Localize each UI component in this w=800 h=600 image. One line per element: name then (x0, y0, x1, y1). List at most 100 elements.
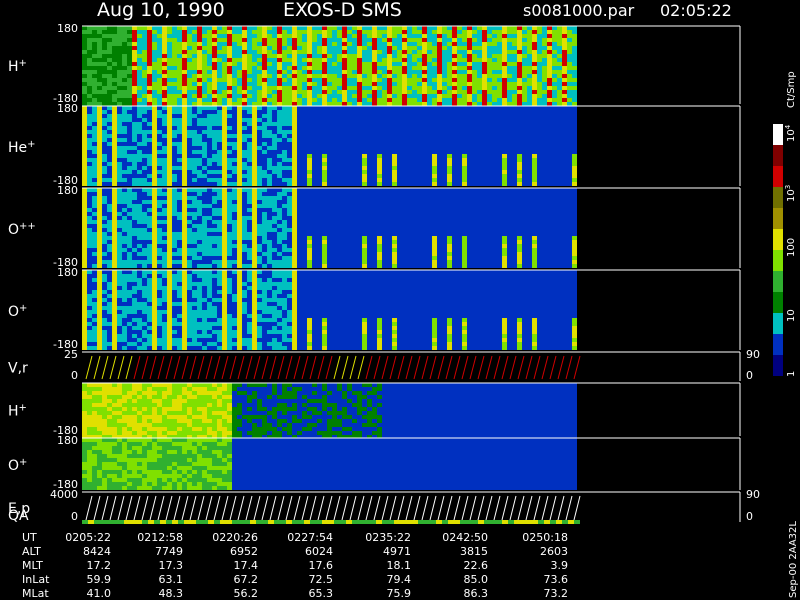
heatmap-cell (377, 98, 382, 102)
heatmap-cell (567, 74, 572, 78)
heatmap-cell (402, 38, 407, 42)
heatmap-cell (132, 130, 137, 134)
heatmap-cell (397, 34, 402, 38)
heatmap-cell (497, 62, 502, 66)
heatmap-cell (82, 182, 87, 186)
heatmap-cell (172, 82, 177, 86)
heatmap-cell (512, 30, 517, 34)
heatmap-cell (102, 220, 107, 224)
heatmap-cell (557, 118, 562, 122)
heatmap-cell (387, 102, 392, 106)
heatmap-cell (87, 248, 92, 252)
heatmap-cell (172, 196, 177, 200)
heatmap-cell (542, 166, 547, 170)
heatmap-cell (567, 50, 572, 54)
heatmap-cell (197, 58, 202, 62)
heatmap-cell (352, 94, 357, 98)
heatmap-cell (267, 150, 272, 154)
heatmap-cell (192, 212, 197, 216)
heatmap-cell (227, 208, 232, 212)
heatmap-cell (282, 158, 287, 162)
heatmap-cell (407, 170, 412, 174)
heatmap-cell (217, 42, 222, 46)
heatmap-cell (557, 102, 562, 106)
heatmap-cell (112, 158, 117, 162)
heatmap-cell (322, 248, 327, 252)
heatmap-cell (532, 150, 537, 154)
heatmap-cell (307, 142, 312, 146)
heatmap-cell (387, 74, 392, 78)
heatmap-cell (117, 78, 122, 82)
heatmap-cell (267, 38, 272, 42)
heatmap-cell (322, 30, 327, 34)
heatmap-cell (257, 220, 262, 224)
heatmap-cell (372, 34, 377, 38)
heatmap-cell (532, 114, 537, 118)
heatmap-cell (192, 244, 197, 248)
heatmap-cell (242, 146, 247, 150)
heatmap-cell (227, 118, 232, 122)
heatmap-cell (367, 162, 372, 166)
heatmap-cell (312, 252, 317, 256)
heatmap-cell (87, 220, 92, 224)
heatmap-cell (212, 158, 217, 162)
heatmap-cell (487, 118, 492, 122)
heatmap-cell (142, 46, 147, 50)
heatmap-cell (292, 196, 297, 200)
heatmap-cell (422, 102, 427, 106)
heatmap-cell (282, 30, 287, 34)
heatmap-cell (527, 38, 532, 42)
heatmap-cell (192, 220, 197, 224)
heatmap-cell (422, 58, 427, 62)
heatmap-cell (262, 70, 267, 74)
heatmap-cell (137, 208, 142, 212)
heatmap-cell (107, 256, 112, 260)
heatmap-cell (272, 244, 277, 248)
heatmap-cell (522, 38, 527, 42)
heatmap-cell (127, 166, 132, 170)
heatmap-cell (482, 162, 487, 166)
heatmap-cell (107, 50, 112, 54)
heatmap-cell (157, 154, 162, 158)
heatmap-cell (127, 74, 132, 78)
heatmap-cell (267, 154, 272, 158)
heatmap-cell (172, 90, 177, 94)
heatmap-cell (137, 236, 142, 240)
heatmap-cell (197, 122, 202, 126)
heatmap-cell (147, 62, 152, 66)
heatmap-cell (332, 94, 337, 98)
heatmap-cell (247, 178, 252, 182)
heatmap-cell (147, 264, 152, 268)
heatmap-cell (122, 98, 127, 102)
heatmap-cell (337, 102, 342, 106)
heatmap-cell (317, 98, 322, 102)
heatmap-cell (562, 74, 567, 78)
heatmap-cell (322, 126, 327, 130)
heatmap-cell (267, 98, 272, 102)
heatmap-cell (532, 146, 537, 150)
heatmap-cell (167, 114, 172, 118)
heatmap-cell (557, 26, 562, 30)
heatmap-cell (392, 98, 397, 102)
heatmap-cell (457, 178, 462, 182)
heatmap-cell (127, 170, 132, 174)
heatmap-cell (417, 66, 422, 70)
heatmap-cell (532, 34, 537, 38)
heatmap-cell (252, 154, 257, 158)
heatmap-cell (197, 78, 202, 82)
heatmap-cell (257, 248, 262, 252)
heatmap-cell (562, 66, 567, 70)
heatmap-cell (92, 170, 97, 174)
heatmap-cell (92, 62, 97, 66)
heatmap-cell (442, 114, 447, 118)
heatmap-cell (437, 154, 442, 158)
heatmap-cell (182, 146, 187, 150)
heatmap-cell (272, 90, 277, 94)
heatmap-cell (412, 166, 417, 170)
heatmap-cell (177, 252, 182, 256)
heatmap-cell (132, 138, 137, 142)
heatmap-cell (227, 188, 232, 192)
heatmap-cell (237, 166, 242, 170)
heatmap-cell (212, 118, 217, 122)
heatmap-cell (352, 74, 357, 78)
